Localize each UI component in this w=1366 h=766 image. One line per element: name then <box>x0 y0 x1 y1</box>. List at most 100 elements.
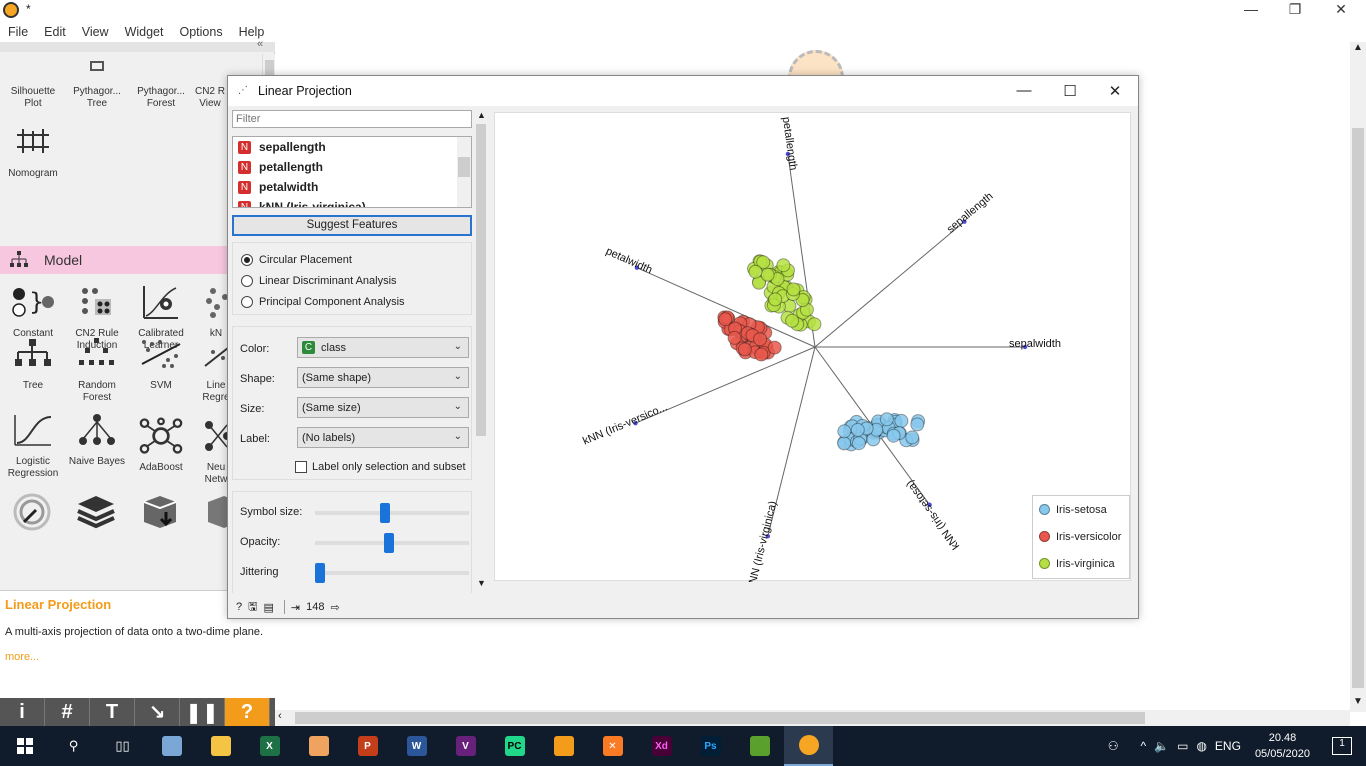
language-indicator[interactable]: ENG <box>1215 739 1241 753</box>
dialog-maximize-button[interactable]: ☐ <box>1060 82 1080 100</box>
widget-silhouette-plot[interactable]: Silhouette Plot <box>1 60 65 110</box>
point-virginica[interactable] <box>748 264 763 279</box>
point-setosa[interactable] <box>894 413 909 428</box>
point-virginica[interactable] <box>807 317 822 332</box>
symbol-size-slider[interactable] <box>315 503 469 523</box>
widget-adaboost[interactable]: AdaBoost <box>129 408 193 474</box>
projection-plot[interactable]: petallength sepallength petalwidth sepalwid… <box>494 112 1131 591</box>
search-icon[interactable]: ⚲ <box>49 726 98 766</box>
jittering-slider[interactable] <box>315 563 469 583</box>
label-combo[interactable]: (No labels) ⌄ <box>297 427 469 448</box>
opacity-slider[interactable] <box>315 533 469 553</box>
taskbar-app-photos[interactable] <box>147 726 196 766</box>
taskbar-app-explorer[interactable] <box>196 726 245 766</box>
slider-handle[interactable] <box>315 563 325 583</box>
dialog-close-button[interactable]: ✕ <box>1105 82 1125 100</box>
menu-help[interactable]: Help <box>231 25 273 39</box>
point-setosa[interactable] <box>837 436 852 451</box>
taskbar-app-orange[interactable] <box>784 726 833 766</box>
list-item[interactable]: Nsepallength <box>233 137 471 157</box>
filter-input[interactable] <box>232 110 472 128</box>
volume-icon[interactable]: 🔈 <box>1154 739 1169 753</box>
point-setosa[interactable] <box>851 436 866 451</box>
point-virginica[interactable] <box>786 282 801 297</box>
point-versicolor[interactable] <box>737 342 752 357</box>
collapse-icon[interactable]: « <box>257 38 263 50</box>
more-link[interactable]: more... <box>5 651 39 663</box>
save-icon[interactable]: 🖫 <box>248 598 257 617</box>
arrow-annotation-icon[interactable]: ↘ <box>135 698 180 726</box>
shape-combo[interactable]: (Same shape) ⌄ <box>297 367 469 388</box>
people-icon[interactable]: ⚇ <box>1108 739 1119 753</box>
battery-icon[interactable]: ▭ <box>1177 739 1188 753</box>
size-combo[interactable]: (Same size) ⌄ <box>297 397 469 418</box>
control-panel-scrollbar[interactable]: ▲ ▼ <box>474 110 488 590</box>
taskbar-app-pycharm[interactable]: PC <box>490 726 539 766</box>
point-virginica[interactable] <box>760 267 775 282</box>
point-setosa[interactable] <box>837 424 852 439</box>
stacking-icon[interactable] <box>76 492 118 534</box>
point-setosa[interactable] <box>886 428 901 443</box>
dialog-minimize-button[interactable]: — <box>1014 82 1034 100</box>
list-item[interactable]: NkNN (Iris-virginica) <box>233 197 471 207</box>
menu-file[interactable]: File <box>0 25 36 39</box>
chevron-up-icon[interactable]: ^ <box>1141 739 1147 753</box>
menu-view[interactable]: View <box>74 25 117 39</box>
taskbar-app-uc-browser[interactable] <box>539 726 588 766</box>
point-versicolor[interactable] <box>727 330 742 345</box>
point-setosa[interactable] <box>910 417 925 432</box>
widget-naive-bayes[interactable]: Naive Bayes <box>65 408 129 468</box>
pause-icon[interactable]: ❚❚ <box>180 698 225 726</box>
canvas-node-icon[interactable] <box>788 50 848 76</box>
color-combo[interactable]: C class ⌄ <box>297 337 469 358</box>
taskbar-app-powerpoint[interactable]: P <box>343 726 392 766</box>
point-virginica[interactable] <box>768 292 783 307</box>
text-annotation-icon[interactable]: T <box>90 698 135 726</box>
point-versicolor[interactable] <box>767 340 782 355</box>
point-versicolor[interactable] <box>718 312 733 327</box>
radio-circular-placement[interactable]: Circular Placement <box>233 249 471 270</box>
suggest-features-button[interactable]: Suggest Features <box>232 215 472 236</box>
widget-pythagorean-tree[interactable]: Pythagor... Tree <box>65 60 129 110</box>
slider-handle[interactable] <box>384 533 395 553</box>
taskbar-app-word[interactable]: W <box>392 726 441 766</box>
restore-button[interactable]: ❐ <box>1272 0 1318 18</box>
taskbar-app-xampp[interactable]: ✕ <box>588 726 637 766</box>
canvas-horizontal-scrollbar[interactable]: ‹ <box>275 710 1350 726</box>
menu-edit[interactable]: Edit <box>36 25 74 39</box>
widget-nomogram[interactable]: Nomogram <box>1 120 65 180</box>
model-section-header[interactable]: Model <box>0 246 262 274</box>
grid-icon[interactable]: # <box>45 698 90 726</box>
help-icon[interactable]: ? <box>225 698 270 726</box>
taskbar-app-adobe-xd[interactable]: Xd <box>637 726 686 766</box>
taskbar-app-excel[interactable]: X <box>245 726 294 766</box>
list-item[interactable]: Npetallength <box>233 157 471 177</box>
load-model-icon[interactable] <box>140 492 182 534</box>
feature-list-scrollbar[interactable] <box>457 137 471 207</box>
point-virginica[interactable] <box>776 258 791 273</box>
widget-svm[interactable]: SVM <box>129 326 193 392</box>
task-view-icon[interactable]: ▯▯ <box>98 726 147 766</box>
widget-cn2-viewer[interactable]: CN2 R View <box>190 60 230 110</box>
legend[interactable]: Iris-setosa Iris-versicolor Iris-virgini… <box>1032 495 1130 579</box>
clock[interactable]: 20.48 05/05/2020 <box>1255 730 1310 762</box>
canvas-vertical-scrollbar[interactable]: ▲ ▼ <box>1350 42 1366 712</box>
point-setosa[interactable] <box>850 422 865 437</box>
widget-pythagorean-forest[interactable]: Pythagor... Forest <box>129 60 193 110</box>
point-setosa[interactable] <box>905 430 920 445</box>
taskbar-app-chart[interactable] <box>735 726 784 766</box>
notification-icon[interactable]: 1 <box>1332 737 1352 755</box>
radio-lda[interactable]: Linear Discriminant Analysis <box>233 270 471 291</box>
list-item[interactable]: Npetalwidth <box>233 177 471 197</box>
info-icon[interactable]: i <box>0 698 45 726</box>
save-model-icon[interactable] <box>12 492 54 534</box>
label-only-selection-checkbox[interactable]: Label only selection and subset <box>295 461 466 473</box>
windows-start-icon[interactable] <box>0 726 49 766</box>
menu-widget[interactable]: Widget <box>117 25 172 39</box>
menu-options[interactable]: Options <box>171 25 230 39</box>
widget-random-forest[interactable]: Random Forest <box>65 326 129 404</box>
feature-list[interactable]: Nsepallength Npetallength Npetalwidth Nk… <box>232 136 472 208</box>
point-setosa[interactable] <box>879 412 894 427</box>
point-versicolor[interactable] <box>754 347 769 362</box>
close-button[interactable]: ✕ <box>1318 0 1364 18</box>
